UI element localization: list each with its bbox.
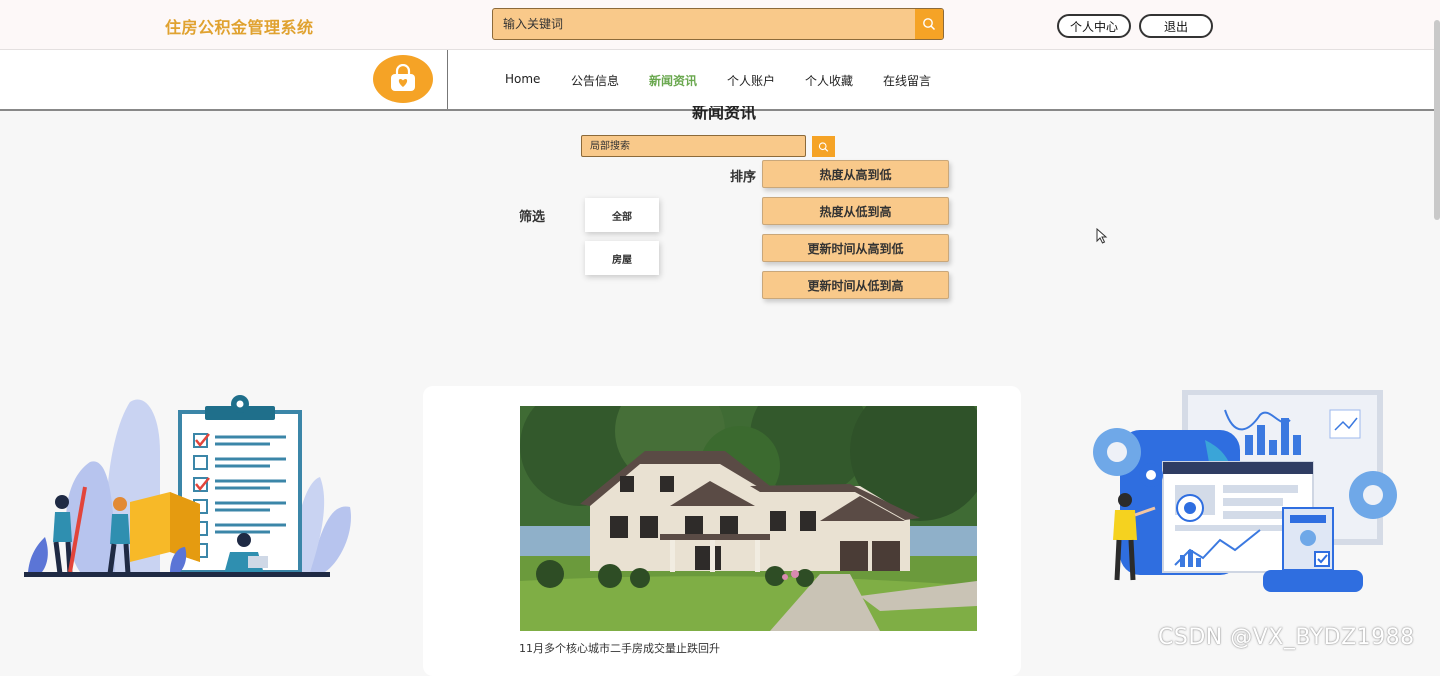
top-header: 住房公积金管理系统 个人中心 退出 <box>0 0 1440 50</box>
nav-item-favorites[interactable]: 个人收藏 <box>805 72 853 89</box>
sort-hot-desc-button[interactable]: 热度从高到低 <box>762 160 949 188</box>
clipboard-illustration <box>24 395 351 577</box>
filter-label: 筛选 <box>519 210 546 225</box>
sort-time-asc-button[interactable]: 更新时间从低到高 <box>762 271 949 299</box>
site-title: 住房公积金管理系统 <box>165 18 314 37</box>
local-search-input[interactable] <box>581 135 806 157</box>
dashboard-illustration <box>1093 390 1397 592</box>
nav-divider <box>447 50 448 109</box>
nav-item-home[interactable]: Home <box>505 72 540 86</box>
section-title: 新闻资讯 <box>692 106 757 120</box>
nav-item-personal-account[interactable]: 个人账户 <box>727 72 775 89</box>
page-scrollbar[interactable] <box>1434 20 1440 220</box>
local-search-button[interactable] <box>812 136 835 157</box>
shopping-bag-heart-icon <box>391 64 415 91</box>
sort-label: 排序 <box>730 170 757 185</box>
search-icon <box>818 141 829 152</box>
personal-center-button[interactable]: 个人中心 <box>1057 14 1131 38</box>
watermark: CSDN @VX_BYDZ1988 <box>1158 625 1415 650</box>
news-image-house[interactable] <box>520 406 977 631</box>
filter-all-button[interactable]: 全部 <box>585 198 659 232</box>
news-title[interactable]: 11月多个核心城市二手房成交量止跌回升 <box>519 640 720 656</box>
sort-time-desc-button[interactable]: 更新时间从高到低 <box>762 234 949 262</box>
nav-item-announcements[interactable]: 公告信息 <box>571 72 619 89</box>
nav-item-messages[interactable]: 在线留言 <box>883 72 931 89</box>
logout-button[interactable]: 退出 <box>1139 14 1213 38</box>
global-search <box>492 8 944 40</box>
logo[interactable] <box>373 55 433 103</box>
nav-item-news[interactable]: 新闻资讯 <box>649 72 697 89</box>
mouse-cursor-icon <box>1096 228 1108 244</box>
search-icon <box>923 18 936 31</box>
filter-house-button[interactable]: 房屋 <box>585 241 659 275</box>
sort-hot-asc-button[interactable]: 热度从低到高 <box>762 197 949 225</box>
house-photo <box>520 406 977 631</box>
global-search-button[interactable] <box>915 9 943 39</box>
main-nav: Home 公告信息 新闻资讯 个人账户 个人收藏 在线留言 <box>0 50 1440 111</box>
global-search-input[interactable] <box>493 9 913 39</box>
